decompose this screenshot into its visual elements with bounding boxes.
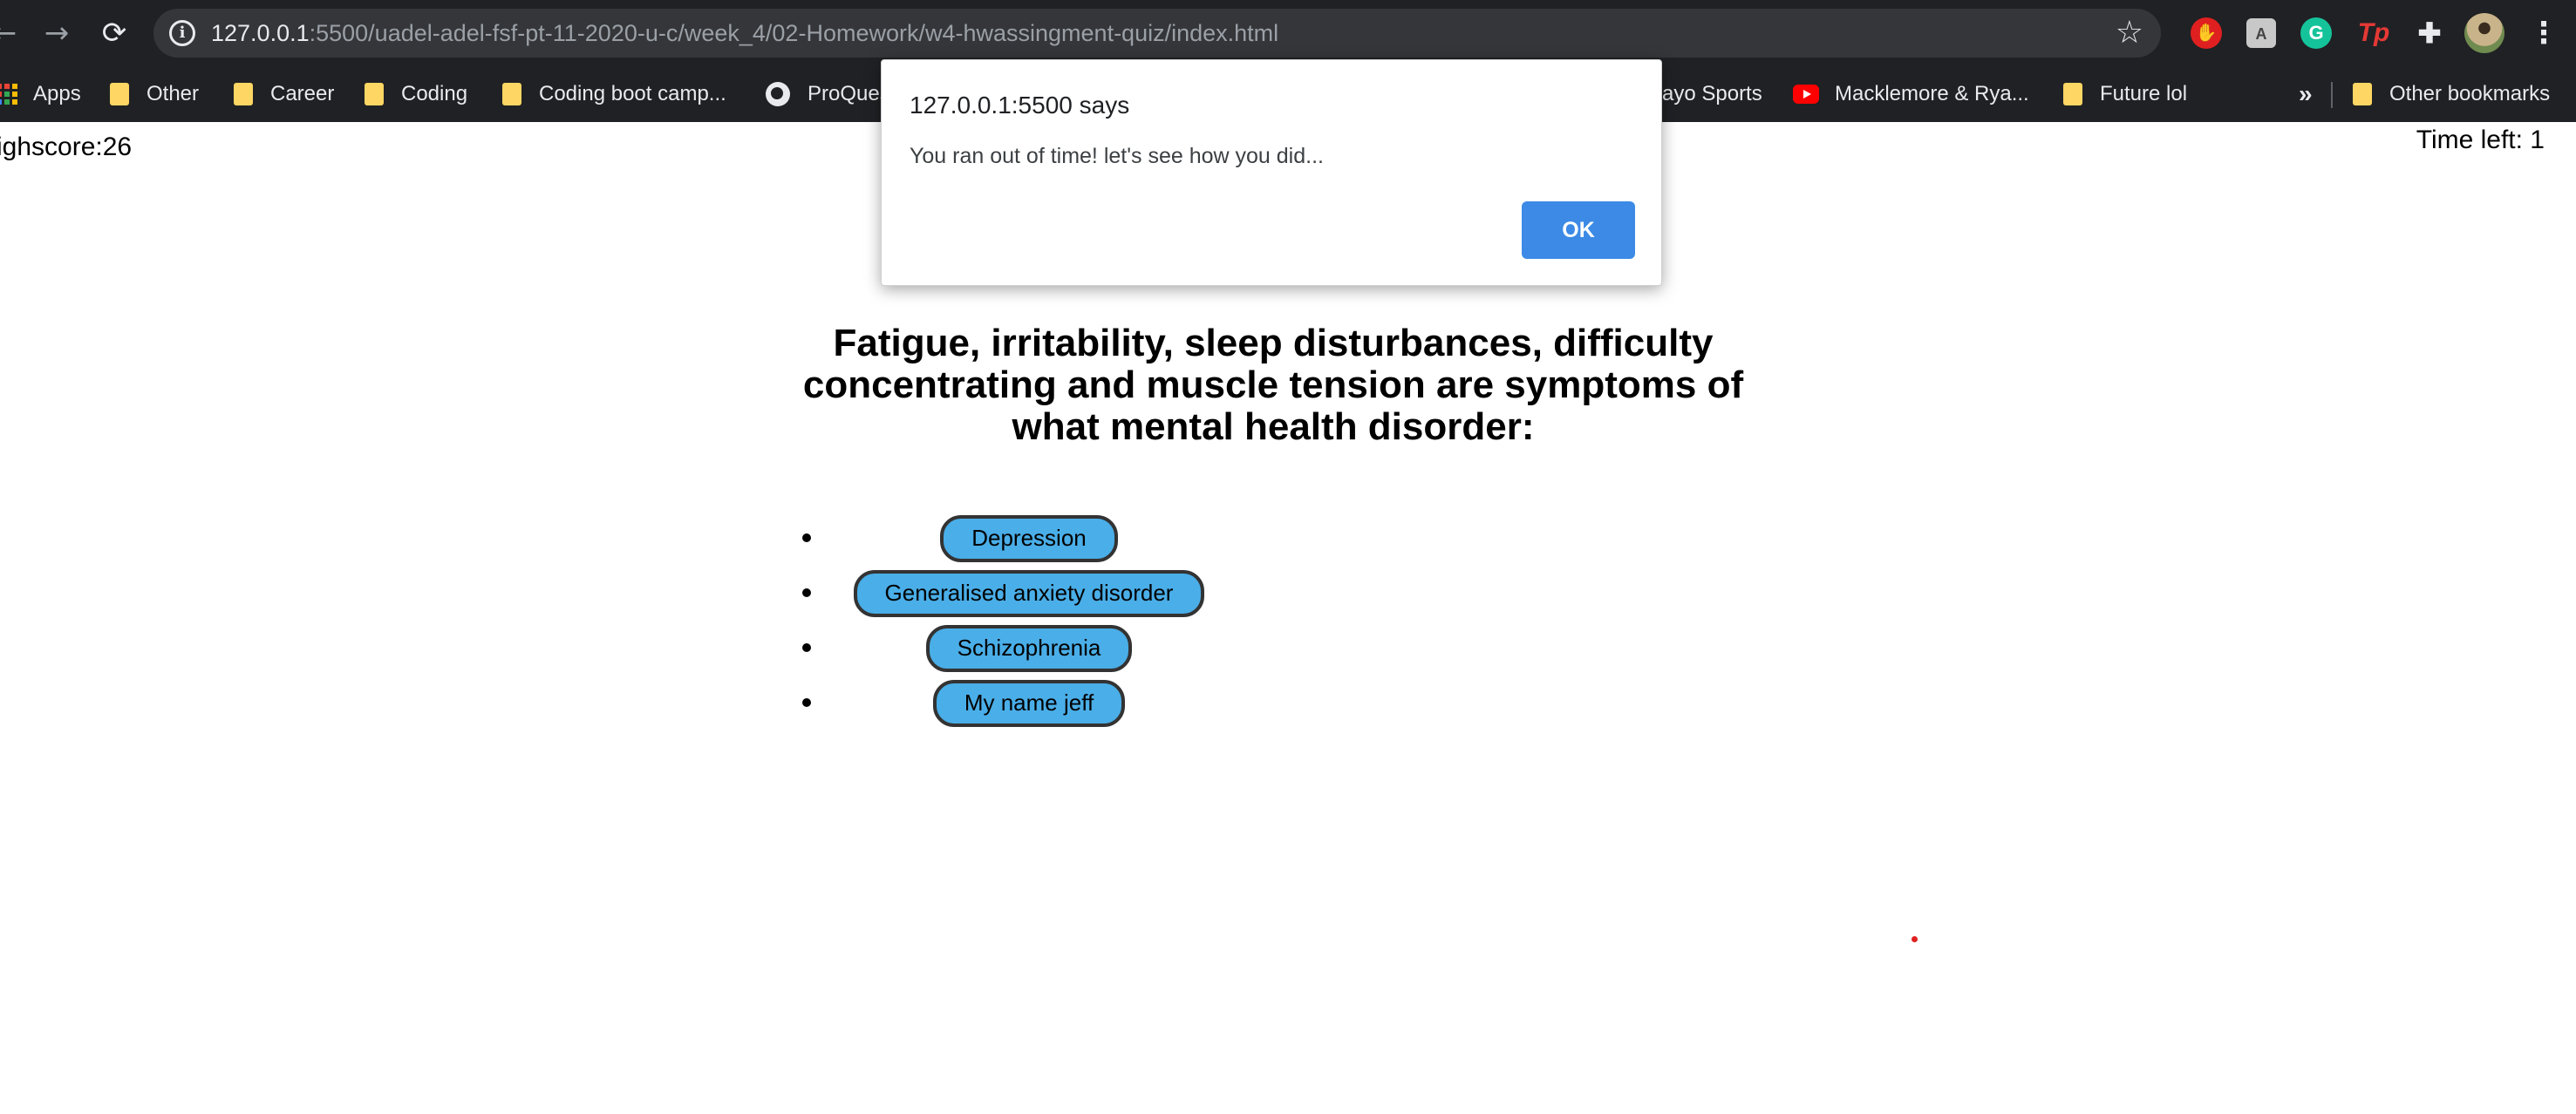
globe-icon: [766, 82, 790, 106]
bookmark-coding-boot-camp[interactable]: Coding boot camp...: [502, 66, 726, 122]
bookmark-future-lol[interactable]: Future lol: [2063, 66, 2187, 122]
apps-grid-icon: [0, 84, 17, 105]
red-dot-marker: [1912, 936, 1918, 942]
bookmark-label: Apps: [33, 82, 81, 105]
bookmarks-divider: [2331, 82, 2333, 108]
bookmark-other-bookmarks[interactable]: Other bookmarks: [2353, 66, 2550, 122]
question-text: Fatigue, irritability, sleep disturbance…: [802, 322, 1744, 448]
bookmark-proquest[interactable]: ProQues: [766, 66, 890, 122]
folder-icon: [502, 83, 521, 105]
answer-schizophrenia-button[interactable]: Schizophrenia: [925, 624, 1133, 672]
answer-item: My name jeff: [802, 676, 1256, 730]
highscore-link[interactable]: ighscore:26: [0, 132, 132, 162]
folder-icon: [2353, 83, 2372, 105]
bookmark-label: Coding: [401, 82, 468, 105]
bullet-icon: [802, 588, 811, 597]
answer-item: Schizophrenia: [802, 621, 1256, 676]
url-path: :5500/uadel-adel-fsf-pt-11-2020-u-c/week…: [309, 20, 1279, 46]
bookmark-label: ProQues: [808, 82, 890, 105]
dialog-title: 127.0.0.1:5500 says: [910, 92, 1130, 119]
browser-menu-icon[interactable]: ⋮: [2529, 14, 2559, 52]
bookmark-career[interactable]: Career: [234, 66, 334, 122]
bookmark-label: Other: [147, 82, 200, 105]
url-host: 127.0.0.1: [211, 20, 310, 46]
bookmark-apps[interactable]: Apps: [0, 66, 81, 122]
address-bar[interactable]: i 127.0.0.1:5500/uadel-adel-fsf-pt-11-20…: [153, 9, 2161, 58]
bookmark-label: Future lol: [2100, 82, 2188, 105]
bookmark-other[interactable]: Other: [110, 66, 199, 122]
folder-icon: [365, 83, 384, 105]
answer-depression-button[interactable]: Depression: [940, 514, 1118, 562]
bookmark-label: Coding boot camp...: [539, 82, 726, 105]
folder-icon: [2063, 83, 2082, 105]
dialog-message: You ran out of time! let's see how you d…: [910, 144, 1324, 168]
site-info-icon[interactable]: i: [169, 20, 195, 46]
answer-item: Depression: [802, 511, 1256, 566]
folder-icon: [234, 83, 253, 105]
bullet-icon: [802, 533, 811, 542]
adblock-extension-icon[interactable]: ✋: [2191, 17, 2222, 49]
bookmark-label: Macklemore & Rya...: [1835, 82, 2029, 105]
browser-toolbar: ← → ⟳ i 127.0.0.1:5500/uadel-adel-fsf-pt…: [0, 0, 2576, 66]
forward-arrow-icon[interactable]: →: [40, 17, 73, 50]
ok-button[interactable]: OK: [1522, 201, 1635, 259]
bookmark-star-icon[interactable]: ☆: [2116, 16, 2143, 51]
bookmark-label: Other bookmarks: [2389, 82, 2551, 105]
answer-gad-button[interactable]: Generalised anxiety disorder: [853, 569, 1205, 617]
bookmark-sports[interactable]: ayo Sports: [1662, 66, 1762, 122]
youtube-icon: [1793, 85, 1819, 104]
grammarly-extension-icon[interactable]: G: [2300, 17, 2332, 49]
bookmark-label: Career: [270, 82, 335, 105]
bullet-icon: [802, 698, 811, 707]
answer-item: Generalised anxiety disorder: [802, 566, 1256, 621]
tp-extension-icon[interactable]: Tp: [2355, 17, 2393, 49]
bookmark-macklemore[interactable]: Macklemore & Rya...: [1793, 66, 2029, 122]
alert-dialog: 127.0.0.1:5500 says You ran out of time!…: [881, 59, 1662, 286]
reload-icon[interactable]: ⟳: [98, 17, 131, 50]
url-text[interactable]: 127.0.0.1:5500/uadel-adel-fsf-pt-11-2020…: [211, 9, 1278, 58]
answer-my-name-jeff-button[interactable]: My name jeff: [932, 679, 1126, 727]
time-left-counter: Time left: 1: [2416, 126, 2545, 154]
bookmark-coding[interactable]: Coding: [365, 66, 467, 122]
extensions-puzzle-icon[interactable]: ✚: [2414, 17, 2445, 49]
profile-avatar[interactable]: [2464, 13, 2504, 53]
folder-icon: [110, 83, 129, 105]
answer-list: Depression Generalised anxiety disorder …: [802, 511, 1256, 730]
extension-a-icon[interactable]: A: [2246, 18, 2276, 48]
bookmark-label: ayo Sports: [1662, 82, 1762, 105]
bullet-icon: [802, 643, 811, 652]
back-arrow-icon[interactable]: ←: [0, 17, 21, 50]
more-bookmarks-chevron-icon[interactable]: »: [2299, 66, 2313, 122]
